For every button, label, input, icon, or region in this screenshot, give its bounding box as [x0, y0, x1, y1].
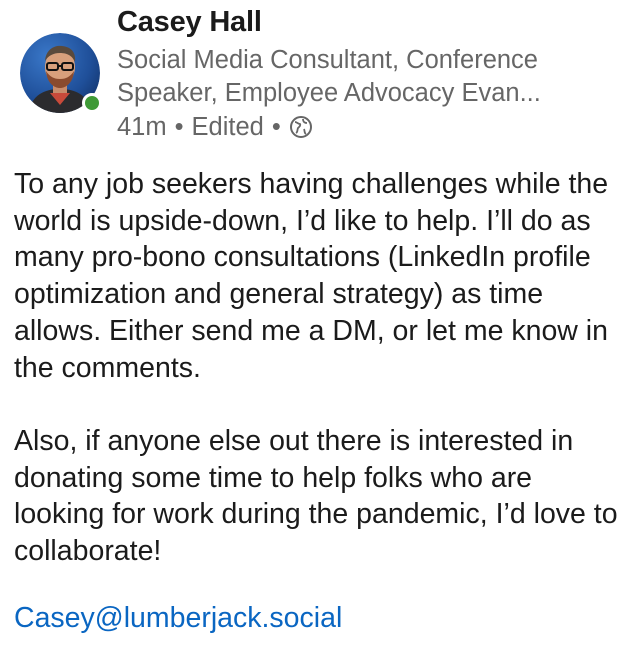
email-link[interactable]: Casey@lumberjack.social [14, 600, 342, 636]
post-paragraph: To any job seekers having challenges whi… [14, 168, 609, 384]
post-time: 41m [117, 112, 167, 141]
author-avatar[interactable] [20, 33, 102, 113]
online-status-indicator [82, 93, 102, 113]
edited-label: Edited [191, 112, 264, 141]
meta-separator: • [271, 112, 281, 141]
post-body: To any job seekers having challenges whi… [14, 166, 626, 570]
post-header: Casey Hall Social Media Consultant, Conf… [0, 0, 640, 150]
globe-icon [289, 116, 312, 138]
post-paragraph: Also, if anyone else out there is intere… [14, 424, 618, 568]
meta-separator: • [174, 112, 184, 141]
author-name[interactable]: Casey Hall [117, 6, 262, 39]
post-meta: 41m • Edited • [117, 110, 313, 144]
author-headline: Social Media Consultant, Conference Spea… [117, 46, 541, 107]
